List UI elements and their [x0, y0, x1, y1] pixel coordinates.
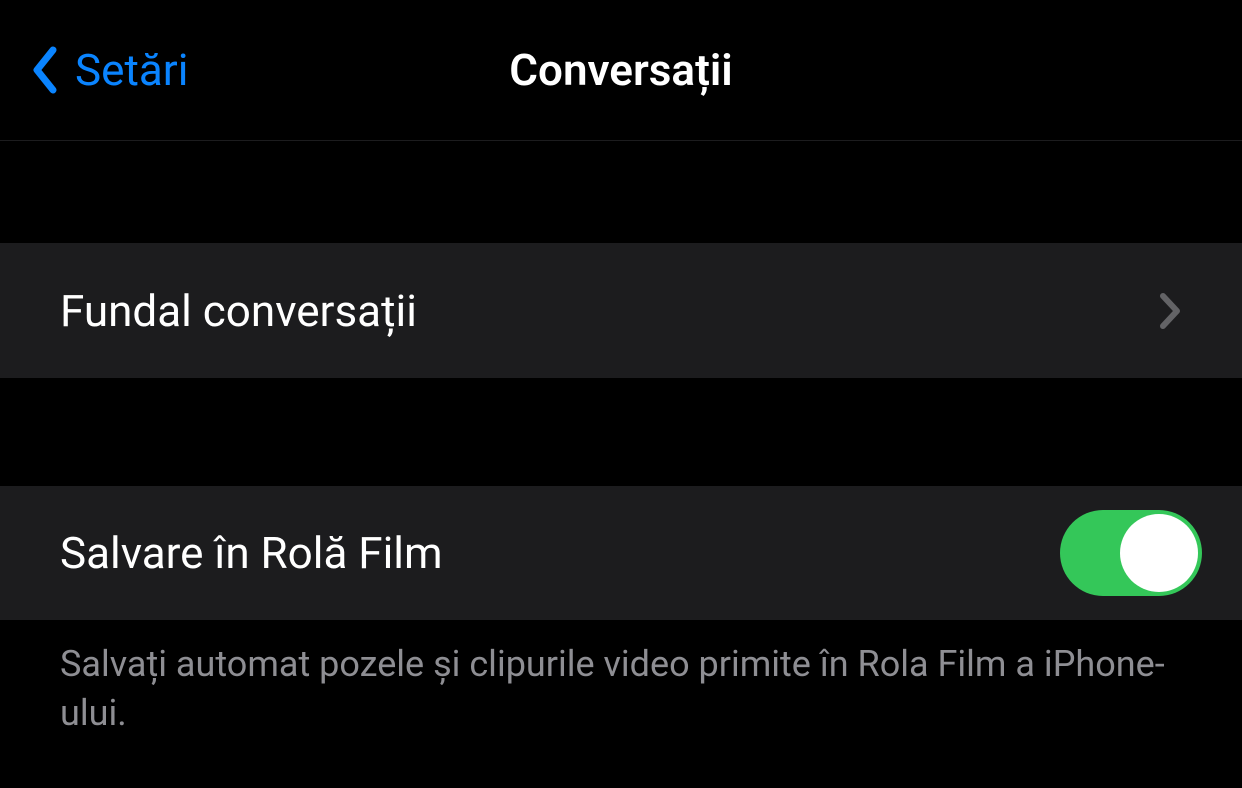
row-save-camera-roll: Salvare în Rolă Film [0, 486, 1242, 620]
row-label: Salvare în Rolă Film [60, 527, 443, 579]
back-button[interactable]: Setări [30, 44, 188, 96]
row-label: Fundal conversații [60, 285, 417, 337]
nav-bar: Setări Conversații [0, 0, 1242, 140]
section-footer-text: Salvați automat pozele și clipurile vide… [0, 620, 1242, 757]
toggle-knob [1120, 514, 1198, 592]
save-camera-roll-toggle[interactable] [1060, 510, 1202, 596]
chevron-left-icon [30, 45, 60, 95]
section-spacer [0, 378, 1242, 486]
chevron-right-icon [1158, 291, 1182, 331]
page-title: Conversații [509, 44, 732, 96]
back-label: Setări [75, 44, 188, 96]
row-conversation-background[interactable]: Fundal conversații [0, 244, 1242, 378]
section-spacer [0, 140, 1242, 244]
